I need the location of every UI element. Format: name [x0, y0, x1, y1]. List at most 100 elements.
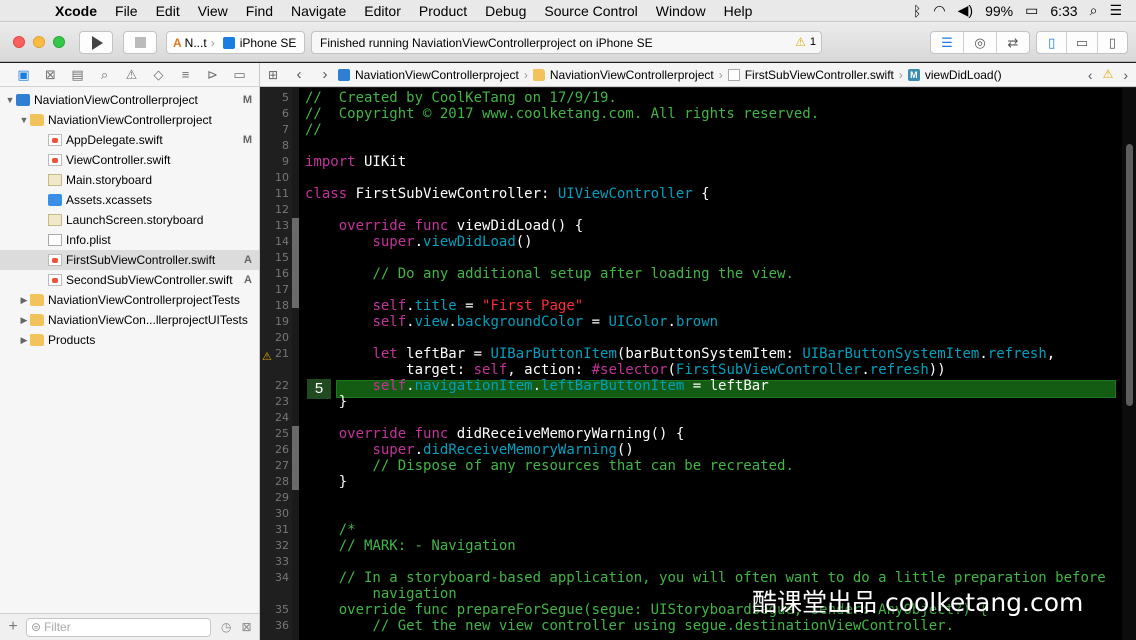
scrollbar-thumb[interactable] — [1126, 144, 1133, 406]
watermark: 酷课堂出品 coolketang.com — [752, 588, 1084, 617]
tree-item-group[interactable]: ▶ NaviationViewControllerprojectTests — [0, 290, 259, 310]
menu-bar: Xcode File Edit View Find Navigate Edito… — [0, 0, 1136, 22]
navigator-filter-bar: + ⊜ Filter ◷ ⊠ — [0, 613, 259, 640]
debug-area-toggle-icon[interactable]: ▭ — [1067, 32, 1098, 53]
line-number: 5 — [282, 91, 289, 104]
line-number: 21 — [275, 347, 289, 360]
source-control-navigator-icon[interactable]: ⊠ — [37, 67, 64, 83]
disclosure-closed-icon[interactable]: ▶ — [18, 335, 30, 346]
tree-item-label: NaviationViewControllerproject — [48, 113, 212, 127]
version-editor-icon[interactable]: ⇄ — [997, 32, 1029, 53]
breadcrumb-file[interactable]: FirstSubViewController.swift — [727, 68, 894, 82]
stop-button[interactable] — [123, 31, 157, 54]
scheme-name: N...t — [184, 35, 207, 50]
window-minimize-button[interactable] — [33, 36, 45, 48]
code-line: 7// — [260, 122, 1120, 138]
folder-icon — [30, 114, 44, 126]
navigator-toggle-icon[interactable]: ▯ — [1037, 32, 1068, 53]
tree-item-file[interactable]: Info.plist — [0, 230, 259, 250]
assistant-editor-icon[interactable]: ◎ — [964, 32, 997, 53]
test-navigator-icon[interactable]: ◇ — [145, 67, 172, 83]
code-line: 26 super.didReceiveMemoryWarning() — [260, 442, 1120, 458]
menu-file[interactable]: File — [106, 3, 147, 19]
go-back-icon[interactable]: ‹ — [286, 66, 312, 83]
symbol-navigator-icon[interactable]: ▤ — [64, 67, 91, 83]
utilities-toggle-icon[interactable]: ▯ — [1098, 32, 1127, 53]
tree-item-label: Main.storyboard — [66, 173, 153, 187]
menu-edit[interactable]: Edit — [147, 3, 189, 19]
menu-source-control[interactable]: Source Control — [535, 3, 646, 19]
wifi-icon[interactable]: ◠ — [933, 2, 945, 19]
code-line: 23 } — [260, 394, 1120, 410]
menu-editor[interactable]: Editor — [355, 3, 410, 19]
warning-icon[interactable]: ⚠ — [1103, 67, 1114, 83]
recent-files-icon[interactable]: ◷ — [221, 620, 231, 634]
code-line: 29 — [260, 490, 1120, 506]
next-issue-icon[interactable]: › — [1123, 67, 1128, 83]
line-number: 9 — [282, 155, 289, 168]
tree-item-group[interactable]: ▼ NaviationViewControllerproject — [0, 110, 259, 130]
clock[interactable]: 6:33 — [1050, 3, 1077, 19]
breadcrumb-method[interactable]: M viewDidLoad() — [907, 68, 1002, 82]
tree-item-file[interactable]: AppDelegate.swift M — [0, 130, 259, 150]
line-number: 16 — [275, 267, 289, 280]
report-navigator-icon[interactable]: ▭ — [226, 67, 253, 83]
debug-navigator-icon[interactable]: ≡ — [172, 67, 199, 82]
editor-scrollbar[interactable] — [1122, 88, 1136, 640]
scheme-selector[interactable]: A N...t › iPhone SE — [166, 31, 305, 54]
project-navigator: ▣ ⊠ ▤ ⌕ ⚠ ◇ ≡ ⊳ ▭ ▼ NaviationViewControl… — [0, 63, 260, 640]
menu-debug[interactable]: Debug — [476, 3, 535, 19]
code-line: 20 — [260, 330, 1120, 346]
bluetooth-icon[interactable]: ᛒ — [913, 3, 921, 19]
tree-item-file-selected[interactable]: FirstSubViewController.swift A — [0, 250, 259, 270]
warning-indicator[interactable]: ⚠ 1 — [795, 35, 816, 49]
tree-item-file[interactable]: SecondSubViewController.swift A — [0, 270, 259, 290]
find-navigator-icon[interactable]: ⌕ — [91, 67, 118, 83]
spotlight-icon[interactable]: ⌕ — [1090, 2, 1098, 19]
run-button[interactable] — [79, 31, 113, 54]
project-navigator-icon[interactable]: ▣ — [10, 67, 37, 83]
menu-app-name[interactable]: Xcode — [46, 3, 106, 19]
menu-help[interactable]: Help — [715, 3, 762, 19]
disclosure-closed-icon[interactable]: ▶ — [18, 315, 30, 326]
disclosure-open-icon[interactable]: ▼ — [4, 95, 16, 105]
menu-product[interactable]: Product — [410, 3, 476, 19]
source-editor[interactable]: 5 ⚠ 5// Created by CoolKeTang on 17/9/19… — [260, 88, 1136, 640]
breadcrumb-project[interactable]: NaviationViewControllerproject — [338, 68, 519, 82]
window-zoom-button[interactable] — [53, 36, 65, 48]
menu-navigate[interactable]: Navigate — [282, 3, 355, 19]
menu-view[interactable]: View — [189, 3, 237, 19]
filter-input[interactable]: ⊜ Filter — [26, 617, 211, 637]
tree-item-file[interactable]: Main.storyboard — [0, 170, 259, 190]
go-forward-icon[interactable]: › — [312, 66, 338, 83]
tree-item-group[interactable]: ▶ NaviationViewCon...llerprojectUITests — [0, 310, 259, 330]
window-close-button[interactable] — [13, 36, 25, 48]
disclosure-open-icon[interactable]: ▼ — [18, 115, 30, 125]
project-icon — [16, 94, 30, 106]
tree-item-file[interactable]: LaunchScreen.storyboard — [0, 210, 259, 230]
standard-editor-icon[interactable]: ☰ — [931, 32, 964, 53]
code-line: 9 import UIKit — [260, 154, 1120, 170]
previous-issue-icon[interactable]: ‹ — [1088, 67, 1093, 83]
line-number: 36 — [275, 619, 289, 632]
add-file-icon[interactable]: + — [0, 618, 26, 636]
tree-item-group[interactable]: ▶ Products — [0, 330, 259, 350]
related-items-icon[interactable]: ⊞ — [260, 68, 286, 82]
disclosure-closed-icon[interactable]: ▶ — [18, 295, 30, 306]
tree-item-file[interactable]: Assets.xcassets — [0, 190, 259, 210]
code-line: 5// Created by CoolKeTang on 17/9/19. — [260, 90, 1120, 106]
breadcrumb-group[interactable]: NaviationViewControllerproject — [532, 68, 714, 82]
volume-icon[interactable]: ◀) — [958, 2, 973, 19]
tree-item-project[interactable]: ▼ NaviationViewControllerproject M — [0, 90, 259, 110]
folder-icon — [30, 334, 44, 346]
breakpoint-navigator-icon[interactable]: ⊳ — [199, 67, 226, 83]
scm-filter-icon[interactable]: ⊠ — [241, 620, 251, 634]
issue-navigator-icon[interactable]: ⚠ — [118, 67, 145, 83]
menu-find[interactable]: Find — [237, 3, 282, 19]
battery-icon[interactable]: ▭ — [1025, 2, 1038, 19]
line-number: 8 — [282, 139, 289, 152]
menu-window[interactable]: Window — [647, 3, 715, 19]
tree-item-file[interactable]: ViewController.swift — [0, 150, 259, 170]
notification-center-icon[interactable]: ☰ — [1109, 2, 1122, 19]
code-line: 10 — [260, 170, 1120, 186]
